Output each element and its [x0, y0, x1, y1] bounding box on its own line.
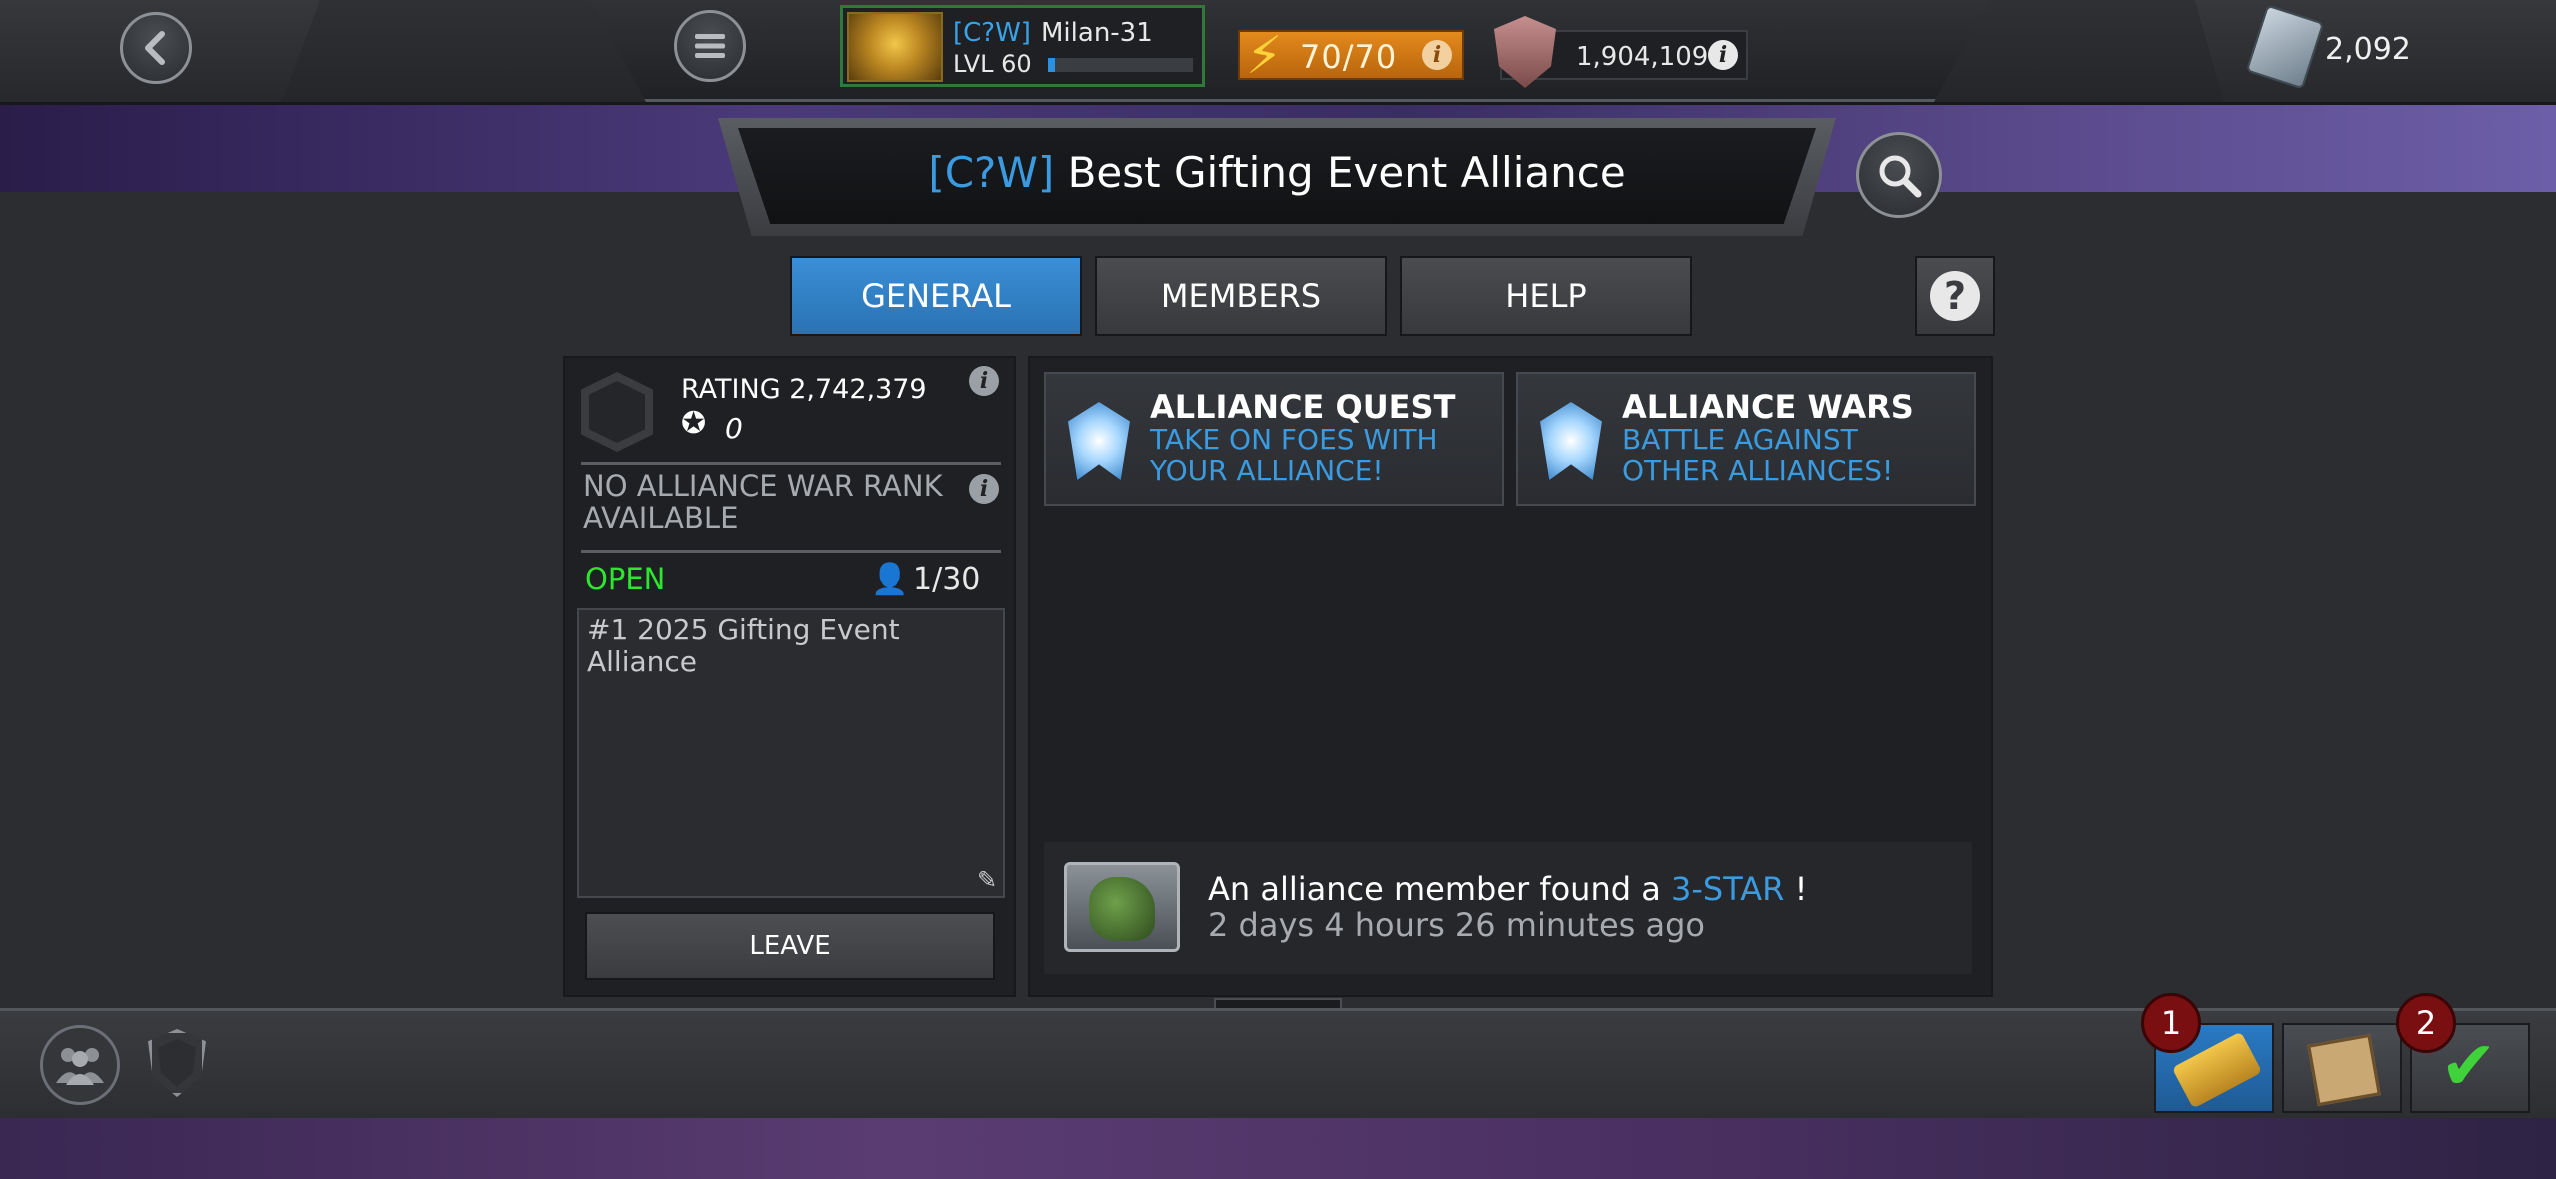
activity-feed-item: An alliance member found a 3-STAR ! 2 da…	[1044, 842, 1972, 974]
group-icon	[56, 1048, 104, 1085]
menu-button[interactable]	[674, 10, 746, 82]
clipboard-icon	[2307, 1033, 2381, 1107]
player-name: Milan-31	[1041, 18, 1153, 48]
tab-members[interactable]: MEMBERS	[1095, 256, 1387, 336]
info-icon[interactable]: i	[1422, 40, 1452, 70]
help-button[interactable]: ?	[1915, 256, 1995, 336]
back-arrow-icon	[145, 31, 165, 65]
search-button[interactable]	[1856, 132, 1942, 218]
alliance-quest-emblem-icon	[1068, 402, 1130, 480]
objectives-notification-badge: 2	[2396, 993, 2456, 1053]
divider	[581, 462, 1001, 465]
activity-time: 2 days 4 hours 26 minutes ago	[1208, 906, 1705, 944]
xp-progress-fill	[1048, 58, 1056, 72]
alliance-shield-button[interactable]	[148, 1029, 206, 1097]
champion-portrait	[1089, 877, 1155, 941]
player-alliance-tag: [C?W]	[953, 18, 1031, 48]
lightning-bolt-icon: ⚡	[1246, 26, 1283, 86]
energy-meter[interactable]: ⚡ 70/70 i	[1238, 26, 1464, 86]
card-subtitle: BATTLE AGAINST OTHER ALLIANCES!	[1622, 423, 1894, 487]
space-background-bottom	[0, 1115, 2556, 1179]
card-subtitle: TAKE ON FOES WITH YOUR ALLIANCE!	[1150, 423, 1438, 487]
member-count: 1/30	[913, 562, 981, 597]
star-badge-icon: ✪	[681, 406, 707, 441]
activity-highlight: 3-STAR	[1671, 870, 1785, 908]
energy-value: 70/70	[1300, 38, 1398, 76]
player-level: LVL 60	[953, 50, 1032, 78]
tab-help[interactable]: HELP	[1400, 256, 1692, 336]
shield-icon	[1494, 16, 1556, 88]
xp-progress-bar	[1048, 58, 1193, 72]
divider	[581, 550, 1001, 553]
info-icon[interactable]: i	[969, 474, 999, 504]
alliance-activity-panel: ALLIANCE QUEST TAKE ON FOES WITH YOUR AL…	[1028, 356, 1993, 997]
shield-value: 1,904,109	[1576, 42, 1709, 72]
back-button[interactable]	[120, 12, 192, 84]
ticket-notification-badge: 1	[2141, 993, 2201, 1053]
player-profile[interactable]: [C?W] Milan-31 LVL 60	[840, 5, 1205, 87]
leave-button[interactable]: LEAVE	[585, 912, 995, 980]
alliance-emblem	[581, 372, 653, 452]
war-rank-text: NO ALLIANCE WAR RANK AVAILABLE	[583, 469, 943, 535]
units-value: 2,092	[2325, 32, 2411, 67]
card-title: ALLIANCE WARS	[1622, 388, 1914, 426]
player-avatar	[847, 12, 943, 82]
alliance-members-button[interactable]	[40, 1025, 120, 1105]
star-count: 0	[725, 412, 743, 445]
hamburger-menu-icon	[695, 34, 725, 58]
card-title: ALLIANCE QUEST	[1150, 388, 1456, 426]
person-icon: 👤	[871, 562, 909, 597]
alliance-description-box[interactable]: #1 2025 Gifting Event Alliance ✎	[577, 608, 1005, 898]
search-icon	[1879, 155, 1922, 198]
alliance-tag: [C?W]	[928, 148, 1055, 197]
battlechip-meter[interactable]: 1,904,109 i	[1494, 16, 1748, 88]
alliance-title: [C?W] Best Gifting Event Alliance	[738, 148, 1816, 197]
info-icon[interactable]: i	[969, 366, 999, 396]
alliance-name: Best Gifting Event Alliance	[1067, 148, 1626, 197]
alliance-quest-card[interactable]: ALLIANCE QUEST TAKE ON FOES WITH YOUR AL…	[1044, 372, 1504, 506]
tab-general[interactable]: GENERAL	[790, 256, 1082, 336]
alliance-wars-emblem-icon	[1540, 402, 1602, 480]
pencil-icon[interactable]: ✎	[977, 866, 997, 894]
alliance-wars-card[interactable]: ALLIANCE WARS BATTLE AGAINST OTHER ALLIA…	[1516, 372, 1976, 506]
info-icon[interactable]: i	[1708, 40, 1738, 70]
alliance-description: #1 2025 Gifting Event Alliance	[587, 613, 900, 678]
quests-button[interactable]	[2282, 1023, 2402, 1113]
shield-icon	[158, 1039, 196, 1087]
crystal-image	[1064, 862, 1180, 952]
question-mark-icon: ?	[1930, 271, 1980, 321]
activity-message: An alliance member found a 3-STAR !	[1208, 870, 1808, 908]
alliance-status: OPEN	[585, 562, 666, 596]
alliance-info-panel: RATING 2,742,379 i ✪ 0 NO ALLIANCE WAR R…	[563, 356, 1016, 997]
alliance-rating: RATING 2,742,379	[681, 374, 927, 405]
